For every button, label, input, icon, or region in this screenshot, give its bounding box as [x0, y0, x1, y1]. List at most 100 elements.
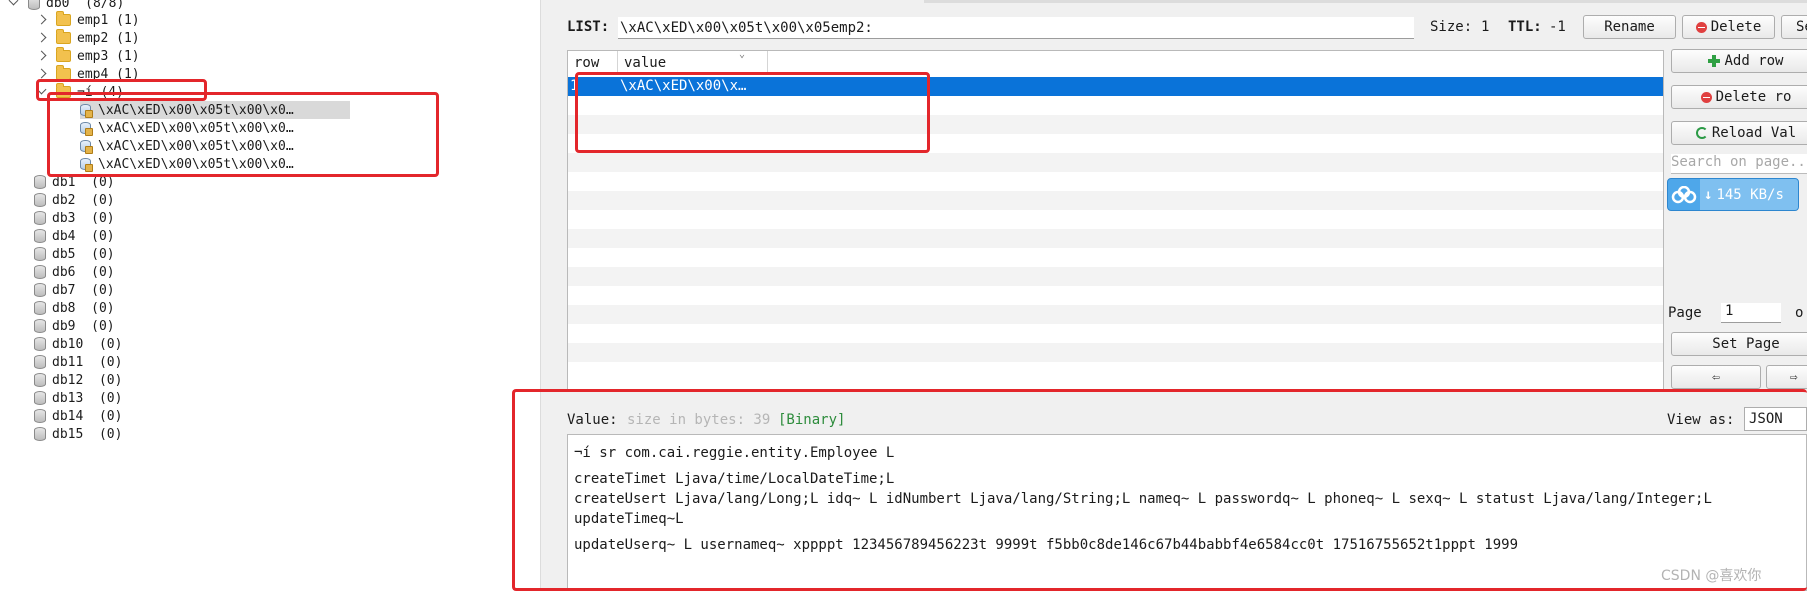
db-count: (0): [91, 264, 115, 280]
database-icon: [34, 301, 46, 315]
chevron-right-icon[interactable]: [36, 14, 48, 26]
tree-db[interactable]: db9 (0): [34, 317, 115, 335]
ttl-label: TTL:: [1508, 19, 1542, 35]
folder-icon: [56, 29, 71, 44]
speed-readout: ↓ 145 KB/s: [1700, 179, 1798, 210]
db-count: (0): [91, 318, 115, 334]
folder-name: emp3: [77, 48, 109, 64]
tree-db[interactable]: db2 (0): [34, 191, 115, 209]
set-page-label: Set Page: [1712, 336, 1780, 352]
tree-db[interactable]: db3 (0): [34, 209, 115, 227]
tree-db[interactable]: db7 (0): [34, 281, 115, 299]
folder-name: emp2: [77, 30, 109, 46]
database-icon: [34, 319, 46, 333]
tree-db[interactable]: db13 (0): [34, 389, 122, 407]
delete-row-button[interactable]: Delete ro: [1671, 85, 1807, 109]
delete-icon: [1700, 91, 1712, 103]
key-name-field[interactable]: \xAC\xED\x00\x05t\x00\x05emp2:: [618, 17, 1414, 39]
db-name: db15: [52, 426, 84, 442]
cloud-icon: [1668, 179, 1700, 210]
db-name: db4: [52, 228, 76, 244]
database-icon: [34, 391, 46, 405]
tree-folder-emp3[interactable]: emp3 (1): [36, 47, 140, 65]
tree-db[interactable]: db10 (0): [34, 335, 122, 353]
reload-label: Reload Val: [1711, 125, 1797, 141]
download-arrow-icon: ↓: [1704, 186, 1713, 203]
key-name-value: \xAC\xED\x00\x05t\x00\x05emp2:: [620, 19, 873, 36]
database-icon: [34, 211, 46, 225]
tree-db[interactable]: db4 (0): [34, 227, 115, 245]
reload-icon: [1695, 127, 1708, 139]
table-row-empty: [568, 267, 1663, 286]
db-count: (0): [98, 426, 123, 442]
set-ttl-button[interactable]: Se: [1781, 15, 1807, 39]
tree-db[interactable]: db8 (0): [34, 299, 115, 317]
tree-db[interactable]: db15 (0): [34, 425, 122, 443]
delete-icon: [1695, 21, 1707, 33]
chevron-down-icon[interactable]: [8, 0, 20, 9]
plus-icon: [1708, 55, 1721, 67]
annotation-box: [47, 92, 439, 177]
db-name: db7: [52, 282, 76, 298]
folder-icon: [56, 47, 71, 62]
db-count: (0): [91, 210, 115, 226]
next-arrow-icon: ⇨: [1789, 369, 1798, 385]
database-icon: [28, 0, 40, 10]
db-name: db14: [52, 408, 84, 424]
database-icon: [34, 193, 46, 207]
reload-value-button[interactable]: Reload Val: [1671, 121, 1807, 145]
prev-page-button[interactable]: ⇦: [1671, 365, 1761, 389]
tree-db[interactable]: db12 (0): [34, 371, 122, 389]
database-icon: [34, 409, 46, 423]
next-page-button[interactable]: ⇨: [1766, 365, 1807, 389]
db-count: (8/8): [85, 0, 125, 11]
annotation-box: [512, 389, 1807, 591]
chevron-right-icon[interactable]: [36, 32, 48, 44]
page-input[interactable]: 1: [1721, 303, 1781, 323]
tree-db[interactable]: db14 (0): [34, 407, 122, 425]
key-type-label: LIST:: [567, 19, 610, 35]
network-speed-widget: ↓ 145 KB/s: [1667, 178, 1799, 211]
db-count: (0): [91, 192, 115, 208]
db-name: db6: [52, 264, 76, 280]
folder-count: (1): [116, 12, 140, 28]
tree-db[interactable]: db5 (0): [34, 245, 115, 263]
annotation-box: [575, 72, 930, 153]
ttl-value: -1: [1549, 19, 1566, 35]
tree-folder-emp2[interactable]: emp2 (1): [36, 29, 140, 47]
database-icon: [34, 355, 46, 369]
delete-row-label: Delete ro: [1715, 89, 1792, 105]
database-icon: [34, 175, 46, 189]
tree-db[interactable]: db6 (0): [34, 263, 115, 281]
db-count: (0): [98, 372, 123, 388]
rename-button[interactable]: Rename: [1583, 15, 1676, 39]
table-row-empty: [568, 343, 1663, 362]
speed-value: 145 KB/s: [1716, 186, 1784, 203]
database-icon: [34, 337, 46, 351]
delete-key-button[interactable]: Delete: [1682, 15, 1775, 39]
search-on-page-input[interactable]: Search on page...: [1671, 154, 1807, 174]
delete-label: Delete: [1710, 19, 1762, 35]
database-icon: [34, 283, 46, 297]
tree-folder-emp1[interactable]: emp1 (1): [36, 11, 140, 29]
db-name: db0: [46, 0, 70, 11]
of-label: o: [1795, 305, 1804, 321]
database-icon: [34, 373, 46, 387]
set-ttl-label: Se: [1796, 19, 1807, 35]
chevron-right-icon[interactable]: [36, 50, 48, 62]
database-icon: [34, 247, 46, 261]
tree-db[interactable]: db11 (0): [34, 353, 122, 371]
db-count: (0): [91, 282, 115, 298]
db-name: db12: [52, 372, 84, 388]
db-count: (0): [91, 246, 115, 262]
set-page-button[interactable]: Set Page: [1671, 332, 1807, 356]
db-name: db9: [52, 318, 76, 334]
add-row-button[interactable]: Add row: [1671, 49, 1807, 73]
sort-chevron-icon: ⌄: [739, 50, 746, 60]
top-edge: [924, 0, 1807, 3]
search-placeholder: Search on page...: [1671, 154, 1807, 170]
database-icon: [34, 427, 46, 441]
add-row-label: Add row: [1724, 53, 1784, 69]
folder-count: (1): [116, 30, 140, 46]
db-name: db5: [52, 246, 76, 262]
